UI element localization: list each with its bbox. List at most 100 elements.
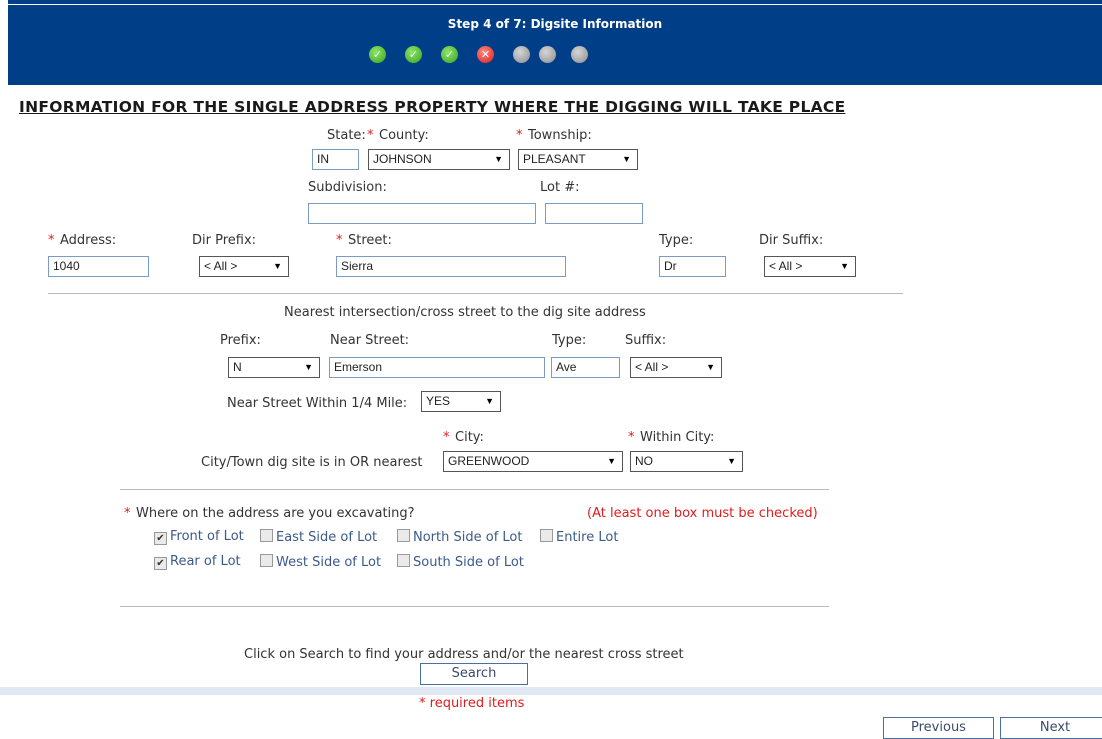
township-select[interactable]: PLEASANT ▼ [518, 149, 638, 170]
chevron-down-icon: ▼ [485, 396, 494, 406]
county-select-value: JOHNSON [373, 152, 432, 166]
dir-suffix-label: Dir Suffix: [759, 233, 824, 248]
footer-band [0, 687, 1102, 695]
checkbox[interactable] [397, 529, 410, 542]
city-label: City: [455, 430, 484, 445]
dir-prefix-select-value: < All > [204, 259, 238, 273]
option-label: North Side of Lot [413, 530, 523, 545]
search-instruction: Click on Search to find your address and… [244, 647, 684, 662]
lot-input[interactable] [545, 203, 643, 224]
dir-prefix-select[interactable]: < All > ▼ [199, 256, 289, 277]
near-suffix-select-value: < All > [635, 360, 669, 374]
county-label: County: [379, 128, 429, 143]
city-select[interactable]: GREENWOOD ▼ [443, 451, 623, 472]
search-button[interactable]: Search [420, 663, 528, 685]
chevron-down-icon: ▼ [494, 154, 503, 164]
city-row-label: City/Town dig site is in OR nearest [201, 455, 423, 470]
option-rear-of-lot[interactable]: ✔ Rear of Lot [154, 554, 241, 570]
near-prefix-label: Prefix: [220, 333, 261, 348]
within-quarter-mile-value: YES [426, 394, 451, 408]
option-label: West Side of Lot [276, 555, 382, 570]
within-quarter-mile-select[interactable]: YES ▼ [421, 391, 501, 412]
checkbox-checked[interactable]: ✔ [154, 532, 167, 545]
county-select[interactable]: JOHNSON ▼ [368, 149, 510, 170]
step-3-check-icon: ✓ [441, 46, 458, 63]
chevron-down-icon: ▼ [727, 456, 736, 466]
checkbox[interactable] [260, 554, 273, 567]
option-label: East Side of Lot [276, 530, 378, 545]
within-quarter-mile-label: Near Street Within 1/4 Mile: [227, 396, 408, 411]
near-suffix-select[interactable]: < All > ▼ [630, 357, 722, 378]
excavation-question: Where on the address are you excavating? [136, 506, 415, 521]
required-items-note: * required items [419, 696, 525, 711]
step-1-check-icon: ✓ [369, 46, 386, 63]
township-label: Township: [528, 128, 592, 143]
within-city-select-value: NO [635, 454, 653, 468]
chevron-down-icon: ▼ [706, 362, 715, 372]
chevron-down-icon: ▼ [273, 261, 282, 271]
street-label: Street: [348, 233, 392, 248]
header-divider [8, 4, 1102, 5]
option-entire-lot[interactable]: Entire Lot [540, 529, 618, 545]
checkbox[interactable] [260, 529, 273, 542]
city-required-marker: * [443, 430, 450, 445]
township-required-marker: * [516, 128, 523, 143]
excavation-warning: (At least one box must be checked) [587, 506, 818, 521]
option-south-side-of-lot[interactable]: South Side of Lot [397, 554, 524, 570]
chevron-down-icon: ▼ [607, 456, 616, 466]
previous-button[interactable]: Previous [883, 717, 994, 739]
near-street-type-input[interactable]: Ave [551, 357, 620, 378]
dir-prefix-label: Dir Prefix: [192, 233, 257, 248]
step-5-pending-dot-icon [513, 46, 530, 63]
county-required-marker: * [367, 128, 374, 143]
divider [120, 606, 829, 607]
within-city-required-marker: * [628, 430, 635, 445]
checkbox[interactable] [540, 529, 553, 542]
excavation-required-marker: * [124, 506, 131, 521]
street-required-marker: * [336, 233, 343, 248]
step-6-pending-dot-icon [539, 46, 556, 63]
option-label: Rear of Lot [170, 554, 241, 569]
subdivision-input[interactable] [308, 203, 536, 224]
within-city-label: Within City: [640, 430, 715, 445]
near-prefix-select-value: N [233, 360, 242, 374]
street-input[interactable]: Sierra [336, 256, 566, 277]
option-east-side-of-lot[interactable]: East Side of Lot [260, 529, 377, 545]
near-suffix-label: Suffix: [625, 333, 667, 348]
divider [48, 293, 903, 294]
step-7-pending-dot-icon [571, 46, 588, 63]
near-type-label: Type: [552, 333, 587, 348]
option-label: Entire Lot [556, 530, 619, 545]
type-label: Type: [659, 233, 694, 248]
subdivision-label: Subdivision: [308, 180, 387, 195]
option-north-side-of-lot[interactable]: North Side of Lot [397, 529, 522, 545]
next-button[interactable]: Next [1000, 717, 1102, 739]
state-label: State: [327, 128, 366, 143]
option-front-of-lot[interactable]: ✔ Front of Lot [154, 529, 244, 545]
option-west-side-of-lot[interactable]: West Side of Lot [260, 554, 381, 570]
step-2-check-icon: ✓ [405, 46, 422, 63]
divider [120, 489, 829, 490]
address-number-input[interactable]: 1040 [48, 256, 149, 277]
step-4-error-x-icon: ✕ [477, 46, 494, 63]
dir-suffix-select[interactable]: < All > ▼ [764, 256, 856, 277]
near-prefix-select[interactable]: N ▼ [228, 357, 320, 378]
street-type-input[interactable]: Dr [659, 256, 726, 277]
chevron-down-icon: ▼ [622, 154, 631, 164]
address-label: Address: [60, 233, 117, 248]
checkbox[interactable] [397, 554, 410, 567]
dir-suffix-select-value: < All > [769, 259, 803, 273]
chevron-down-icon: ▼ [304, 362, 313, 372]
near-street-input[interactable]: Emerson [329, 357, 545, 378]
option-label: South Side of Lot [413, 555, 524, 570]
option-label: Front of Lot [170, 529, 244, 544]
city-select-value: GREENWOOD [448, 454, 530, 468]
within-city-select[interactable]: NO ▼ [630, 451, 743, 472]
intersection-heading: Nearest intersection/cross street to the… [284, 305, 646, 320]
state-input[interactable]: IN [312, 149, 359, 170]
wizard-header: Step 4 of 7: Digsite Information ✓ ✓ ✓ ✕ [8, 0, 1102, 85]
chevron-down-icon: ▼ [840, 261, 849, 271]
near-street-label: Near Street: [330, 333, 410, 348]
checkbox-checked[interactable]: ✔ [154, 557, 167, 570]
township-select-value: PLEASANT [523, 152, 586, 166]
